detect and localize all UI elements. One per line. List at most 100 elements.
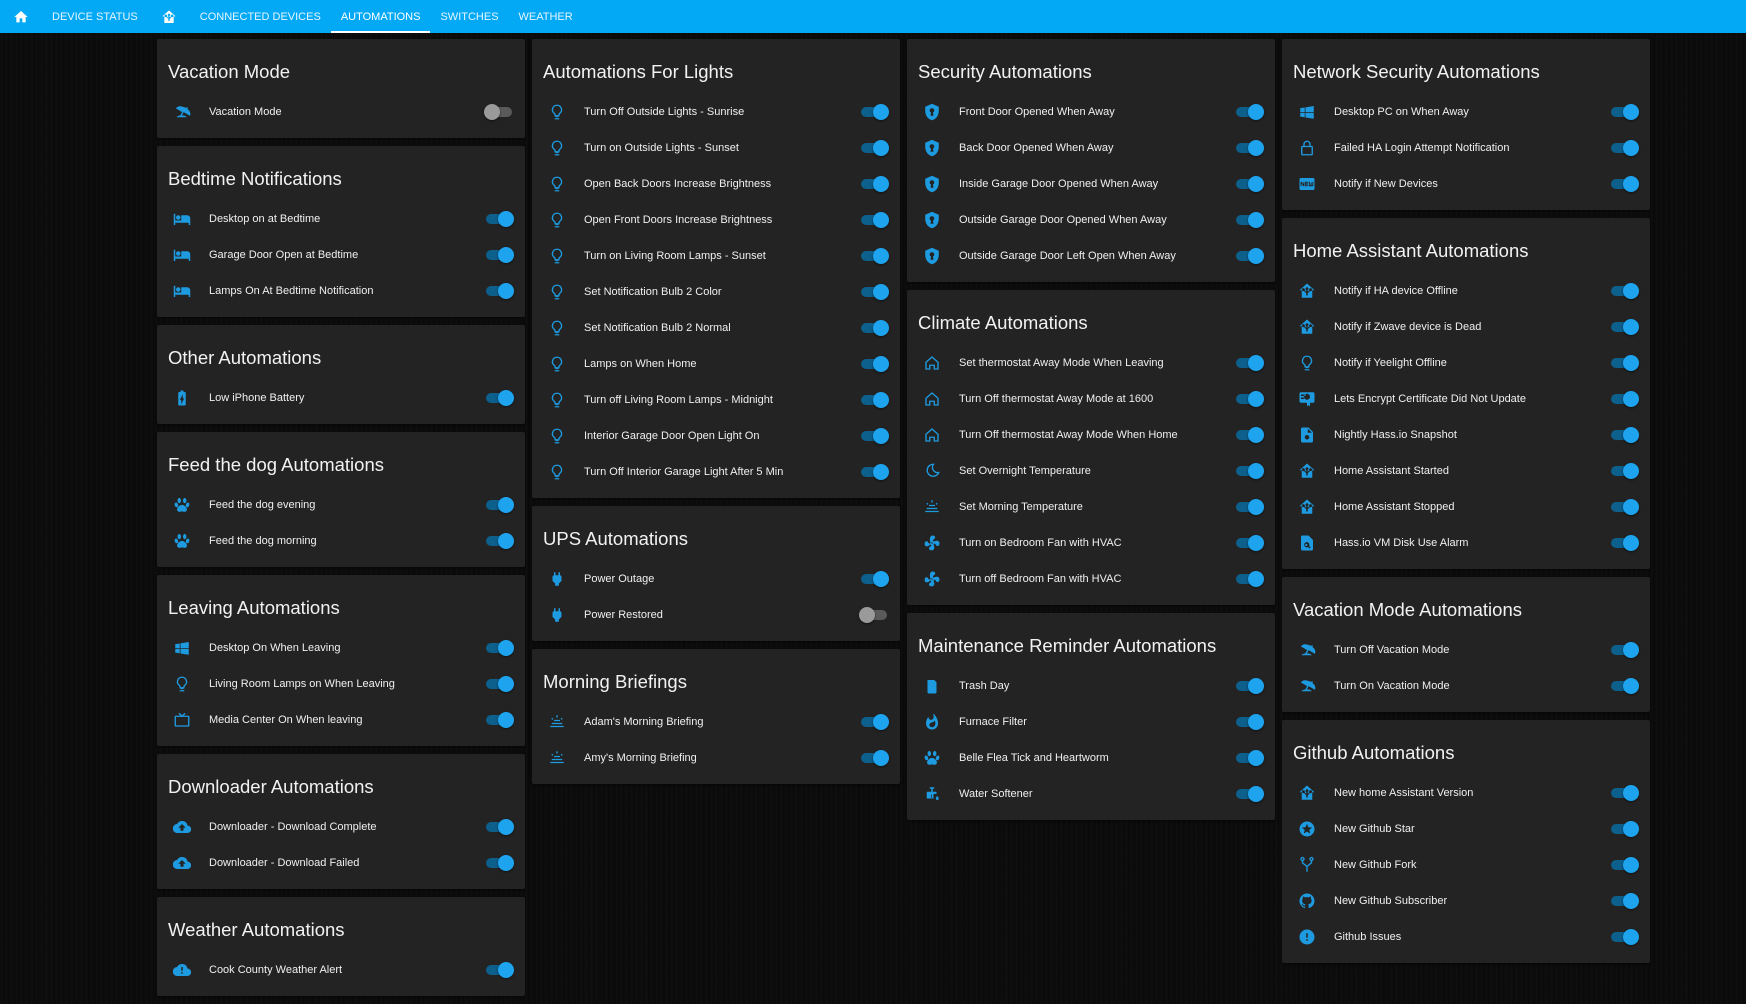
toggle-switch[interactable] bbox=[1609, 355, 1639, 371]
toggle-switch[interactable] bbox=[484, 676, 514, 692]
toggle-switch[interactable] bbox=[859, 750, 889, 766]
tab-switches[interactable]: Switches bbox=[430, 0, 508, 33]
card-title: Downloader Automations bbox=[168, 776, 374, 797]
toggle-knob bbox=[873, 428, 889, 444]
toggle-switch[interactable] bbox=[1234, 678, 1264, 694]
toggle-switch[interactable] bbox=[1609, 499, 1639, 515]
toggle-switch[interactable] bbox=[859, 212, 889, 228]
toggle-switch[interactable] bbox=[1609, 642, 1639, 658]
toggle-switch[interactable] bbox=[484, 533, 514, 549]
toggle-switch[interactable] bbox=[1609, 929, 1639, 945]
home-assistant-icon bbox=[1297, 461, 1317, 481]
toggle-knob bbox=[498, 211, 514, 227]
moon-icon bbox=[922, 461, 942, 481]
toggle-knob bbox=[1623, 140, 1639, 156]
toggle-switch[interactable] bbox=[484, 211, 514, 227]
toggle-switch[interactable] bbox=[1609, 821, 1639, 837]
automation-row: Belle Flea Tick and Heartworm bbox=[907, 740, 1275, 776]
toggle-switch[interactable] bbox=[1234, 427, 1264, 443]
toggle-switch[interactable] bbox=[859, 607, 889, 623]
toggle-switch[interactable] bbox=[1609, 140, 1639, 156]
shield-icon bbox=[922, 174, 942, 194]
toggle-switch[interactable] bbox=[484, 497, 514, 513]
windows-icon bbox=[1297, 102, 1317, 122]
toggle-switch[interactable] bbox=[484, 855, 514, 871]
toggle-switch[interactable] bbox=[1609, 391, 1639, 407]
toggle-switch[interactable] bbox=[1609, 283, 1639, 299]
toggle-knob bbox=[873, 392, 889, 408]
toggle-switch[interactable] bbox=[484, 962, 514, 978]
toggle-switch[interactable] bbox=[1234, 176, 1264, 192]
toggle-switch[interactable] bbox=[859, 176, 889, 192]
toggle-knob bbox=[873, 750, 889, 766]
toggle-switch[interactable] bbox=[484, 819, 514, 835]
trash-icon bbox=[922, 676, 942, 696]
toggle-switch[interactable] bbox=[1234, 714, 1264, 730]
toggle-switch[interactable] bbox=[859, 248, 889, 264]
card-home-assistant-automations: Home Assistant Automations Notify if HA d… bbox=[1282, 218, 1650, 569]
toggle-switch[interactable] bbox=[1234, 391, 1264, 407]
automation-label: Open Back Doors Increase Brightness bbox=[584, 178, 772, 190]
toggle-switch[interactable] bbox=[859, 104, 889, 120]
automation-label: Github Issues bbox=[1334, 931, 1402, 943]
toggle-switch[interactable] bbox=[1234, 499, 1264, 515]
automation-row: Power Restored bbox=[532, 597, 900, 633]
toggle-switch[interactable] bbox=[1609, 535, 1639, 551]
toggle-switch[interactable] bbox=[1234, 750, 1264, 766]
toggle-switch[interactable] bbox=[859, 140, 889, 156]
toggle-switch[interactable] bbox=[1234, 212, 1264, 228]
toggle-switch[interactable] bbox=[1609, 427, 1639, 443]
toggle-switch[interactable] bbox=[1609, 104, 1639, 120]
card-weather-automations: Weather Automations Cook County Weather A… bbox=[157, 897, 525, 996]
toggle-switch[interactable] bbox=[1234, 140, 1264, 156]
automation-row: Desktop PC on When Away bbox=[1282, 94, 1650, 130]
lightbulb-icon bbox=[1297, 353, 1317, 373]
beach-icon bbox=[1297, 640, 1317, 660]
toggle-switch[interactable] bbox=[1234, 248, 1264, 264]
toggle-switch[interactable] bbox=[484, 247, 514, 263]
tab-connected-devices[interactable]: Connected Devices bbox=[190, 0, 331, 33]
automation-row: Nightly Hass.io Snapshot bbox=[1282, 417, 1650, 453]
toggle-switch[interactable] bbox=[484, 104, 514, 120]
toggle-switch[interactable] bbox=[1234, 355, 1264, 371]
toggle-switch[interactable] bbox=[859, 284, 889, 300]
automation-row: Turn off Living Room Lamps - Midnight bbox=[532, 382, 900, 418]
toggle-switch[interactable] bbox=[1609, 678, 1639, 694]
toggle-switch[interactable] bbox=[859, 464, 889, 480]
automation-row: Set Overnight Temperature bbox=[907, 453, 1275, 489]
toggle-switch[interactable] bbox=[859, 356, 889, 372]
tab-weather[interactable]: Weather bbox=[509, 0, 583, 33]
home-assistant-icon bbox=[1297, 497, 1317, 517]
toggle-switch[interactable] bbox=[484, 712, 514, 728]
automation-label: Lamps on When Home bbox=[584, 358, 697, 370]
toggle-switch[interactable] bbox=[484, 283, 514, 299]
toggle-knob bbox=[873, 104, 889, 120]
toggle-switch[interactable] bbox=[859, 571, 889, 587]
toggle-switch[interactable] bbox=[484, 640, 514, 656]
toggle-switch[interactable] bbox=[859, 320, 889, 336]
toggle-switch[interactable] bbox=[1609, 176, 1639, 192]
toggle-switch[interactable] bbox=[859, 428, 889, 444]
toggle-switch[interactable] bbox=[1609, 785, 1639, 801]
card-downloader-automations: Downloader Automations Downloader - Downl… bbox=[157, 754, 525, 889]
toggle-switch[interactable] bbox=[1234, 463, 1264, 479]
toggle-switch[interactable] bbox=[1234, 104, 1264, 120]
toggle-knob bbox=[859, 607, 875, 623]
toggle-switch[interactable] bbox=[859, 714, 889, 730]
toggle-knob bbox=[498, 676, 514, 692]
automation-row: Downloader - Download Complete bbox=[157, 809, 525, 845]
toggle-switch[interactable] bbox=[1234, 786, 1264, 802]
toggle-switch[interactable] bbox=[1609, 463, 1639, 479]
card-network-security-automations: Network Security Automations Desktop PC o… bbox=[1282, 39, 1650, 210]
toggle-switch[interactable] bbox=[1609, 893, 1639, 909]
toggle-switch[interactable] bbox=[484, 390, 514, 406]
tab-device-status[interactable]: Device Status bbox=[42, 0, 148, 33]
tab-automations[interactable]: Automations bbox=[330, 0, 431, 33]
toggle-switch[interactable] bbox=[1234, 571, 1264, 587]
tab-home-assistant[interactable] bbox=[148, 0, 190, 33]
toggle-switch[interactable] bbox=[1234, 535, 1264, 551]
toggle-switch[interactable] bbox=[1609, 319, 1639, 335]
tab-home[interactable] bbox=[0, 0, 42, 33]
toggle-switch[interactable] bbox=[859, 392, 889, 408]
toggle-switch[interactable] bbox=[1609, 857, 1639, 873]
